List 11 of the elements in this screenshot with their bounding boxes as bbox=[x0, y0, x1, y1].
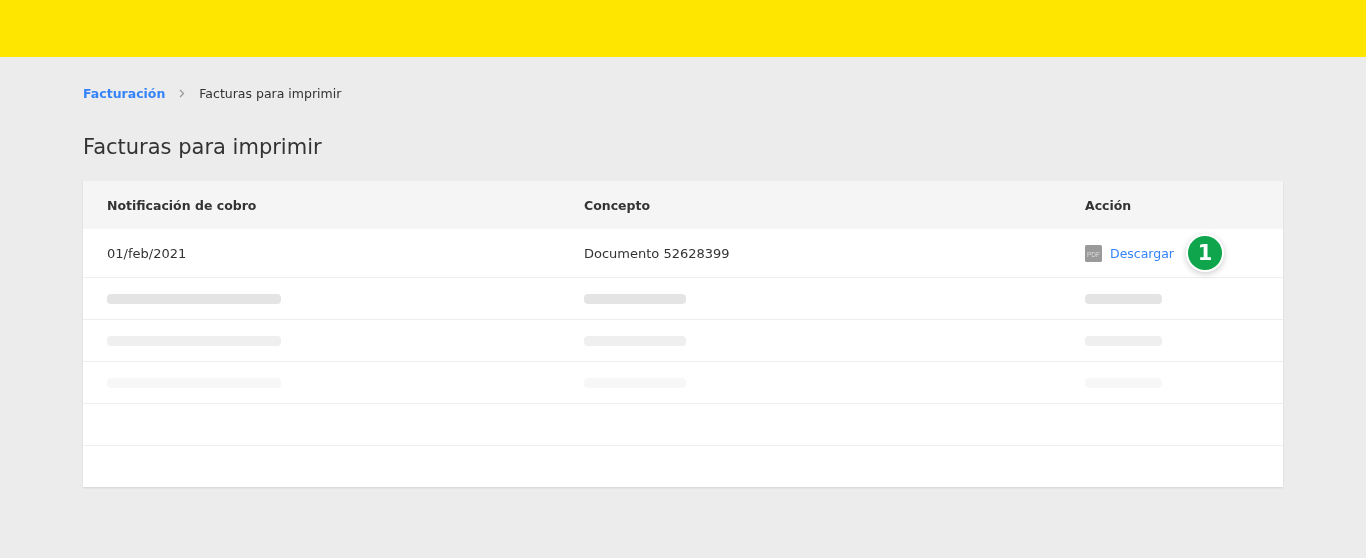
step-badge: 1 bbox=[1186, 234, 1224, 272]
breadcrumb-link[interactable]: Facturación bbox=[83, 85, 166, 101]
chevron-icon bbox=[179, 88, 186, 98]
page-title: Facturas para imprimir bbox=[83, 134, 323, 161]
table-cell-text: 01/feb/2021 bbox=[106, 245, 188, 261]
breadcrumb-current: Facturas para imprimir bbox=[199, 85, 342, 101]
column-header: Acción bbox=[1085, 197, 1133, 213]
download-link[interactable]: Descargar bbox=[1110, 245, 1174, 261]
column-header: Notificación de cobro bbox=[106, 197, 258, 213]
column-header: Concepto bbox=[584, 197, 652, 213]
table-cell-text: Documento 52628399 bbox=[584, 245, 731, 261]
